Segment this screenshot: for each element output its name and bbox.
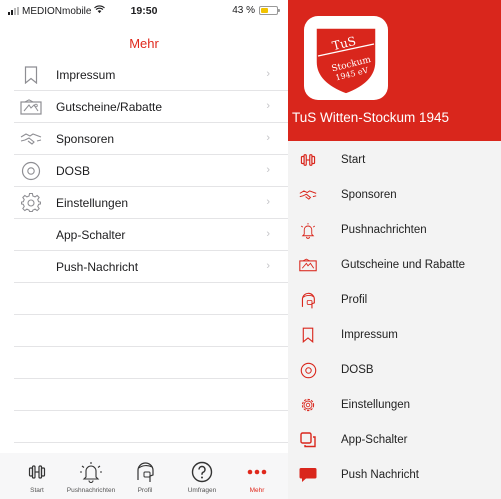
club-logo: TuS Stockum 1945 eV [304,16,388,100]
drawer-item-label: DOSB [341,364,374,376]
empty-row [14,379,288,411]
voucher-icon [298,256,318,274]
dosb-circle-icon [298,361,318,379]
gear-icon [298,396,318,414]
tab-pushnachrichten[interactable]: Pushnachrichten [62,459,120,494]
drawer-item-sponsoren[interactable]: Sponsoren [288,178,501,212]
drawer-item-label: Gutscheine und Rabatte [341,259,466,271]
drawer-item-app-schalter[interactable]: App-Schalter [288,423,501,457]
drawer-item-label: Profil [341,294,368,306]
drawer-item-label: Einstellungen [341,399,411,411]
drawer-item-gutscheine[interactable]: Gutscheine und Rabatte [288,248,501,282]
empty-row [14,315,288,347]
drawer-item-label: Start [341,154,366,166]
gear-icon [20,193,42,213]
empty-row [14,283,288,315]
page-title: Mehr [129,36,159,51]
chevron-right-icon: › [266,164,270,176]
more-menu-list: Impressum › Gutscheine/Rabatte › Sponsor… [0,59,288,475]
chevron-right-icon: › [266,228,270,240]
menu-item-label: Sponsoren [56,132,115,146]
battery-percent: 43 % [232,5,255,16]
menu-item-label: DOSB [56,164,91,178]
empty-row [14,347,288,379]
menu-item-label: Impressum [56,68,116,82]
tab-start[interactable]: Start [8,459,66,494]
menu-item-app-schalter[interactable]: App-Schalter › [14,219,288,251]
drawer-item-start[interactable]: Start [288,143,501,177]
chevron-right-icon: › [266,68,270,80]
bookmark-icon [20,65,42,85]
drawer-item-dosb[interactable]: DOSB [288,353,501,387]
chat-bubble-icon [298,466,318,484]
more-dots-icon [228,459,286,485]
drawer-item-label: Pushnachrichten [341,224,427,236]
drawer-menu: Start Sponsoren Pushnachrichten Gutschei… [288,141,501,499]
menu-item-impressum[interactable]: Impressum › [14,59,288,91]
tab-label: Profil [137,487,153,494]
voucher-icon [20,97,42,117]
drawer-item-label: Sponsoren [341,189,397,201]
drawer-item-profil[interactable]: Profil [288,283,501,317]
dumbbell-icon [298,151,318,169]
tab-mehr[interactable]: Mehr [228,459,286,494]
tab-label: Pushnachrichten [66,487,116,494]
tab-profil[interactable]: Profil [116,459,174,494]
drawer-item-label: Impressum [341,329,398,341]
chevron-right-icon: › [266,100,270,112]
tab-label: Umfragen [187,487,217,494]
handshake-icon [298,186,318,204]
menu-item-sponsoren[interactable]: Sponsoren › [14,123,288,155]
menu-item-label: Einstellungen [56,196,129,210]
app-switch-icon [298,431,318,449]
dosb-circle-icon [20,161,42,181]
tab-label: Start [30,487,44,494]
ios-screen: MEDIONmobile 19:50 43 % Mehr Impressum ›… [0,0,288,499]
chevron-right-icon: › [266,132,270,144]
dumbbell-icon [8,459,66,485]
status-bar: MEDIONmobile 19:50 43 % [0,0,288,22]
menu-item-push-nachricht[interactable]: Push-Nachricht › [14,251,288,283]
drawer-item-impressum[interactable]: Impressum [288,318,501,352]
empty-row [14,411,288,443]
tab-bar: Start Pushnachrichten Profil Umfragen Me… [0,453,288,499]
drawer-header: TuS Stockum 1945 eV TuS Witten-Stockum 1… [288,0,501,141]
chevron-right-icon: › [266,260,270,272]
battery-icon [259,6,280,15]
menu-item-einstellungen[interactable]: Einstellungen › [14,187,288,219]
handshake-icon [20,129,42,149]
tab-umfragen[interactable]: Umfragen [173,459,231,494]
club-name: TuS Witten-Stockum 1945 [292,110,450,125]
drawer-item-label: App-Schalter [341,434,408,446]
bell-icon [62,459,120,485]
menu-item-label: Gutscheine/Rabatte [56,100,163,114]
drawer-item-push-nachricht[interactable]: Push Nachricht [288,458,501,492]
chevron-right-icon: › [266,196,270,208]
drawer-item-pushnachrichten[interactable]: Pushnachrichten [288,213,501,247]
tab-label: Mehr [249,487,265,494]
drawer-item-einstellungen[interactable]: Einstellungen [288,388,501,422]
profile-head-icon [116,459,174,485]
menu-item-label: App-Schalter [56,228,126,242]
question-icon [173,459,231,485]
drawer-item-label: Push Nachricht [341,469,419,481]
menu-item-dosb[interactable]: DOSB › [14,155,288,187]
profile-head-icon [298,291,318,309]
bell-icon [298,221,318,239]
battery-info: 43 % [232,5,280,16]
menu-item-label: Push-Nachricht [56,260,139,274]
menu-item-gutscheine[interactable]: Gutscheine/Rabatte › [14,91,288,123]
bookmark-icon [298,326,318,344]
android-screen: TuS Stockum 1945 eV TuS Witten-Stockum 1… [288,0,501,499]
